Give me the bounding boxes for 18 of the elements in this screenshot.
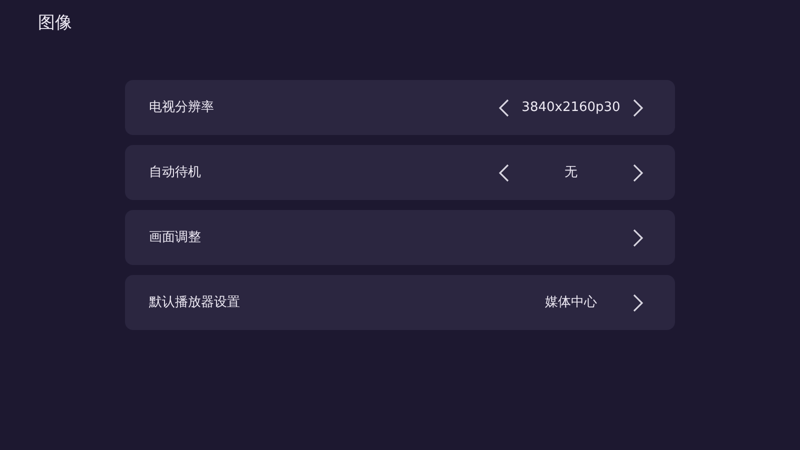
chevron-right-icon[interactable] bbox=[633, 164, 643, 182]
chevron-right-icon[interactable] bbox=[633, 294, 643, 312]
settings-row[interactable]: 默认播放器设置 媒体中心 bbox=[125, 275, 675, 330]
row-label: 电视分辨率 bbox=[149, 98, 215, 117]
settings-row[interactable]: 画面调整 bbox=[125, 210, 675, 265]
settings-row[interactable]: 电视分辨率 3840x2160p30 bbox=[125, 80, 675, 135]
row-value: 媒体中心 bbox=[544, 294, 598, 312]
row-label: 默认播放器设置 bbox=[149, 294, 241, 312]
chevron-right-icon[interactable] bbox=[633, 228, 643, 246]
chevron-right-icon[interactable] bbox=[633, 98, 643, 116]
row-value: 无 bbox=[564, 164, 578, 182]
settings-row[interactable]: 自动待机 无 bbox=[125, 145, 675, 200]
chevron-left-icon[interactable] bbox=[499, 98, 509, 116]
row-label: 自动待机 bbox=[149, 164, 202, 182]
chevron-left-icon[interactable] bbox=[499, 164, 509, 182]
page-title: 图像 bbox=[38, 12, 72, 35]
row-label: 画面调整 bbox=[149, 228, 202, 247]
row-value: 3840x2160p30 bbox=[520, 98, 622, 117]
